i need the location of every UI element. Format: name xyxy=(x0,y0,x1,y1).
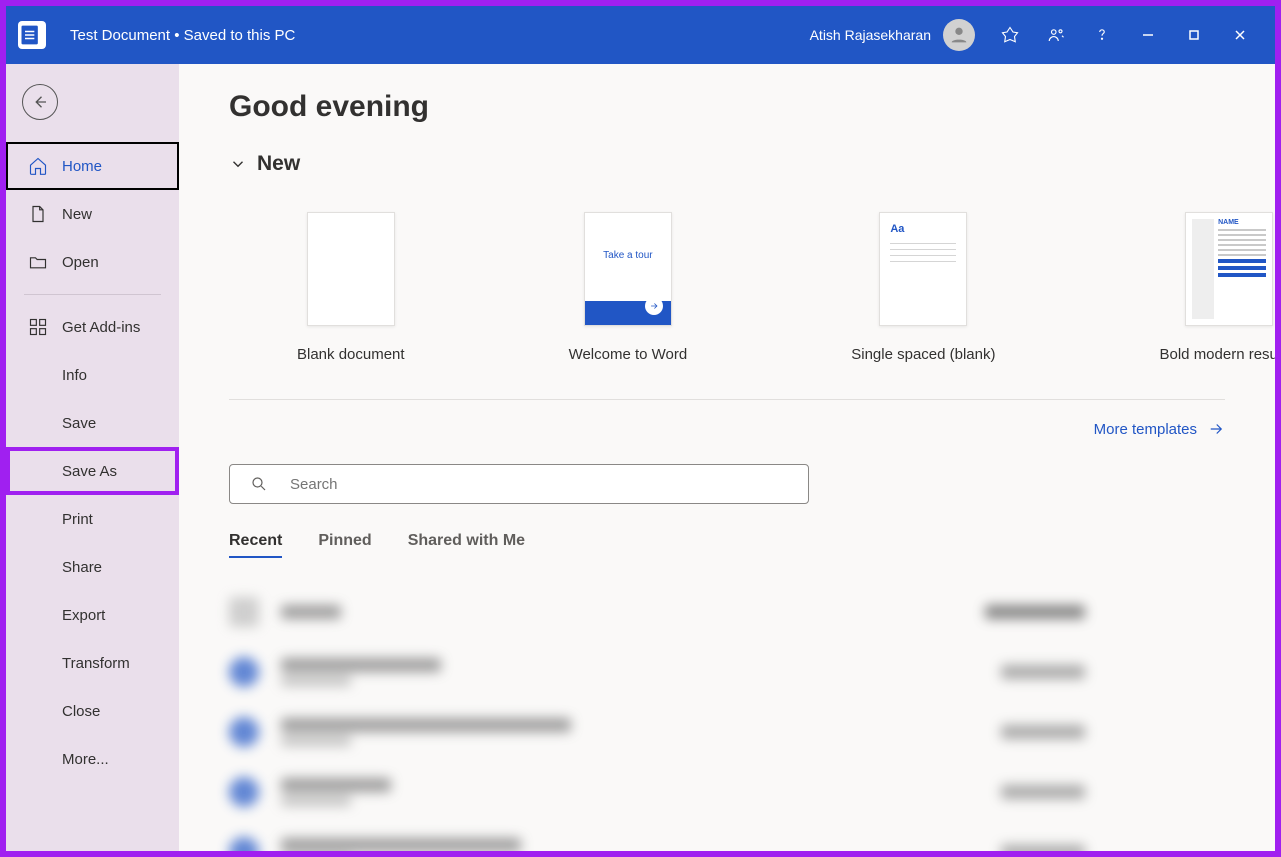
close-button[interactable] xyxy=(1217,12,1263,58)
template-label: Welcome to Word xyxy=(569,346,688,363)
sidebar-item-label: More... xyxy=(62,751,109,768)
minimize-button[interactable] xyxy=(1125,12,1171,58)
app-logo xyxy=(18,21,46,49)
content-area: Good evening New Blank document Take a t… xyxy=(179,64,1275,851)
tabs: Recent Pinned Shared with Me xyxy=(229,532,1225,558)
take-tour-text: Take a tour xyxy=(603,250,652,261)
sidebar-item-more[interactable]: More... xyxy=(6,735,179,783)
template-thumb: Take a tour xyxy=(584,212,672,326)
sidebar-item-transform[interactable]: Transform xyxy=(6,639,179,687)
template-resume[interactable]: NAME Bold modern resume xyxy=(1160,212,1276,363)
avatar[interactable] xyxy=(943,19,975,51)
more-templates-link[interactable]: More templates xyxy=(1094,420,1225,438)
templates-row: Blank document Take a tour Welcome to Wo… xyxy=(229,212,1225,363)
sidebar-item-label: Save As xyxy=(62,463,117,480)
template-thumb: NAME xyxy=(1185,212,1273,326)
maximize-button[interactable] xyxy=(1171,12,1217,58)
template-blank[interactable]: Blank document xyxy=(297,212,405,363)
template-label: Blank document xyxy=(297,346,405,363)
folder-icon xyxy=(28,252,48,272)
sidebar-item-label: Info xyxy=(62,367,87,384)
aa-label: Aa xyxy=(890,223,904,235)
sidebar-item-label: Open xyxy=(62,254,99,271)
sidebar-item-export[interactable]: Export xyxy=(6,591,179,639)
sidebar-item-label: Print xyxy=(62,511,93,528)
sidebar-item-label: Close xyxy=(62,703,100,720)
arrow-right-icon xyxy=(645,297,663,315)
sidebar-item-addins[interactable]: Get Add-ins xyxy=(6,303,179,351)
template-label: Single spaced (blank) xyxy=(851,346,995,363)
search-input[interactable] xyxy=(290,476,788,493)
chevron-down-icon xyxy=(229,155,247,173)
recent-files-blurred xyxy=(229,582,1225,851)
account-manager-icon[interactable] xyxy=(1033,12,1079,58)
resume-name: NAME xyxy=(1218,219,1266,226)
sidebar-item-open[interactable]: Open xyxy=(6,238,179,286)
sidebar-item-label: New xyxy=(62,206,92,223)
sidebar-item-label: Get Add-ins xyxy=(62,319,140,336)
template-singlespaced[interactable]: Aa Single spaced (blank) xyxy=(851,212,995,363)
template-thumb xyxy=(307,212,395,326)
sidebar-item-new[interactable]: New xyxy=(6,190,179,238)
sidebar-item-share[interactable]: Share xyxy=(6,543,179,591)
sidebar-item-info[interactable]: Info xyxy=(6,351,179,399)
more-templates-label: More templates xyxy=(1094,421,1197,438)
template-thumb: Aa xyxy=(879,212,967,326)
page-title: Good evening xyxy=(229,90,1225,124)
sidebar: Home New Open Get Add-ins Info Save Save… xyxy=(6,64,179,851)
template-label: Bold modern resume xyxy=(1160,346,1276,363)
section-header-new[interactable]: New xyxy=(229,152,1225,176)
sidebar-item-save[interactable]: Save xyxy=(6,399,179,447)
help-icon[interactable] xyxy=(1079,12,1125,58)
sidebar-item-label: Share xyxy=(62,559,102,576)
tab-pinned[interactable]: Pinned xyxy=(318,532,371,558)
file-icon xyxy=(28,204,48,224)
sidebar-item-saveas[interactable]: Save As xyxy=(6,447,179,495)
titlebar: Test Document • Saved to this PC Atish R… xyxy=(6,6,1275,64)
grid-icon xyxy=(28,317,48,337)
tab-sharedwithme[interactable]: Shared with Me xyxy=(408,532,525,558)
template-welcome[interactable]: Take a tour Welcome to Word xyxy=(569,212,688,363)
premium-icon[interactable] xyxy=(987,12,1033,58)
sidebar-item-print[interactable]: Print xyxy=(6,495,179,543)
sidebar-item-home[interactable]: Home xyxy=(6,142,179,190)
back-button[interactable] xyxy=(22,84,58,120)
search-icon xyxy=(250,475,268,493)
document-title: Test Document • Saved to this PC xyxy=(70,27,295,44)
user-block[interactable]: Atish Rajasekharan xyxy=(810,19,975,51)
sidebar-item-label: Home xyxy=(62,158,102,175)
arrow-right-icon xyxy=(1207,420,1225,438)
home-icon xyxy=(28,156,48,176)
sidebar-item-label: Save xyxy=(62,415,96,432)
section-title: New xyxy=(257,152,300,176)
sidebar-item-close[interactable]: Close xyxy=(6,687,179,735)
tab-recent[interactable]: Recent xyxy=(229,532,282,558)
sidebar-item-label: Export xyxy=(62,607,105,624)
user-name: Atish Rajasekharan xyxy=(810,27,931,43)
search-box[interactable] xyxy=(229,464,809,504)
sidebar-item-label: Transform xyxy=(62,655,130,672)
